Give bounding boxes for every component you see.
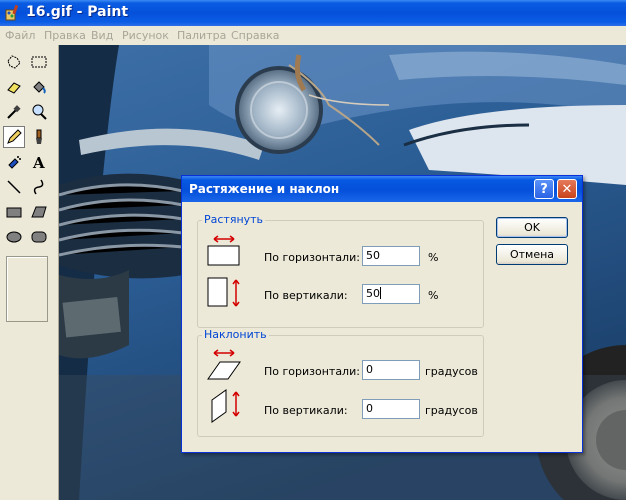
- menu-view[interactable]: Вид: [91, 29, 113, 42]
- dialog-title: Растяжение и наклон: [189, 182, 340, 196]
- stretch-vertical-label: По вертикали:: [264, 289, 348, 302]
- menu-edit[interactable]: Правка: [44, 29, 86, 42]
- menu-image[interactable]: Рисунок: [122, 29, 169, 42]
- airbrush-icon[interactable]: [3, 151, 25, 173]
- eraser-icon[interactable]: [3, 76, 25, 98]
- text-icon[interactable]: A: [28, 151, 50, 173]
- skew-horizontal-unit: градусов: [425, 365, 478, 378]
- ellipse-icon[interactable]: [3, 226, 25, 248]
- stretch-group-label: Растянуть: [202, 213, 266, 226]
- skew-vertical-icon: [211, 389, 240, 423]
- brush-icon[interactable]: [28, 126, 50, 148]
- rounded-rectangle-icon[interactable]: [28, 226, 50, 248]
- menu-help[interactable]: Справка: [231, 29, 279, 42]
- stretch-horizontal-icon: [207, 235, 240, 266]
- skew-horizontal-label: По горизонтали:: [264, 365, 360, 378]
- select-icon[interactable]: [28, 51, 50, 73]
- paint-app-icon: [5, 4, 19, 21]
- color-picker-icon[interactable]: [3, 101, 25, 123]
- stretch-horizontal-unit: %: [428, 251, 439, 264]
- svg-text:A: A: [32, 154, 45, 171]
- menu-colors[interactable]: Палитра: [177, 29, 226, 42]
- window-title: 16.gif - Paint: [26, 4, 129, 20]
- skew-horizontal-icon: [207, 349, 241, 380]
- rectangle-icon[interactable]: [3, 201, 25, 223]
- skew-vertical-unit: градусов: [425, 404, 478, 417]
- stretch-vertical-icon: [207, 277, 240, 307]
- stretch-horizontal-input[interactable]: 50: [362, 246, 420, 266]
- skew-vertical-label: По вертикали:: [264, 404, 348, 417]
- polygon-icon[interactable]: [28, 201, 50, 223]
- ok-button[interactable]: OK: [496, 217, 568, 238]
- fill-icon[interactable]: [28, 76, 50, 98]
- curve-icon[interactable]: [28, 176, 50, 198]
- close-button[interactable]: ✕: [557, 179, 577, 199]
- cancel-button[interactable]: Отмена: [496, 244, 568, 265]
- pencil-icon[interactable]: [3, 126, 25, 148]
- help-button[interactable]: ?: [534, 179, 554, 199]
- toolbox: A: [0, 45, 59, 500]
- line-icon[interactable]: [3, 176, 25, 198]
- free-form-select-icon[interactable]: [3, 51, 25, 73]
- dialog-title-bar[interactable]: Растяжение и наклон ? ✕: [182, 176, 582, 202]
- skew-vertical-input[interactable]: 0: [362, 399, 420, 419]
- stretch-horizontal-label: По горизонтали:: [264, 251, 360, 264]
- stretch-vertical-input[interactable]: 50: [362, 284, 420, 304]
- menu-file[interactable]: Файл: [5, 29, 35, 42]
- menu-bar: Файл Правка Вид Рисунок Палитра Справка: [0, 26, 626, 46]
- skew-group-label: Наклонить: [202, 328, 269, 341]
- stretch-skew-dialog: Растяжение и наклон ? ✕ Растянуть По гор…: [181, 175, 583, 453]
- tool-options-panel[interactable]: [6, 256, 48, 322]
- magnifier-icon[interactable]: [28, 101, 50, 123]
- skew-horizontal-input[interactable]: 0: [362, 360, 420, 380]
- stretch-vertical-unit: %: [428, 289, 439, 302]
- title-bar[interactable]: 16.gif - Paint: [0, 0, 626, 26]
